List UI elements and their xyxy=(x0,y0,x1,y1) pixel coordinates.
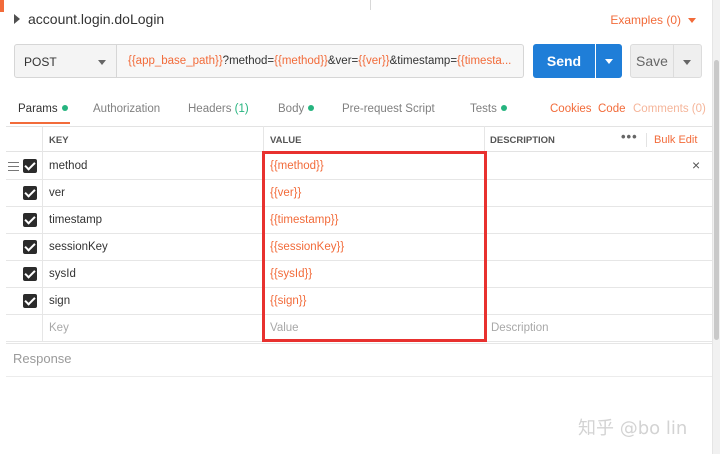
response-label: Response xyxy=(13,351,72,366)
param-checkbox[interactable] xyxy=(23,159,37,173)
cookies-link[interactable]: Cookies xyxy=(550,103,592,115)
status-dot-icon xyxy=(308,105,315,111)
param-checkbox[interactable] xyxy=(23,213,37,227)
send-button[interactable]: Send xyxy=(533,44,595,78)
close-icon[interactable]: × xyxy=(692,157,700,173)
tab-body[interactable]: Body xyxy=(278,103,315,115)
save-button[interactable]: Save xyxy=(630,44,674,78)
active-tab-underline xyxy=(10,122,70,124)
method-select[interactable]: POST xyxy=(14,44,117,78)
watermark: 知乎 @bo lin xyxy=(578,418,688,439)
value-column-header: VALUE xyxy=(270,135,302,146)
param-checkbox[interactable] xyxy=(23,186,37,200)
send-options-button[interactable] xyxy=(596,44,622,78)
tab-pre-request-script[interactable]: Pre-request Script xyxy=(342,103,435,115)
status-dot-icon xyxy=(500,105,507,111)
status-dot-icon xyxy=(61,105,68,111)
divider xyxy=(6,376,712,377)
tab-tests[interactable]: Tests xyxy=(470,103,507,115)
url-text-segment: &timestamp= xyxy=(389,55,458,67)
headers-count: (1) xyxy=(234,103,249,115)
tab-label: Headers xyxy=(188,103,232,115)
tab-label: Params xyxy=(18,103,58,115)
key-input[interactable]: Key xyxy=(49,322,69,334)
param-key[interactable]: timestamp xyxy=(49,214,102,226)
divider xyxy=(6,343,712,344)
tab-params[interactable]: Params xyxy=(18,103,68,115)
method-value: POST xyxy=(24,55,57,69)
url-value: {{app_base_path}}?method={{method}}&ver=… xyxy=(128,55,511,67)
tab-headers[interactable]: Headers (1) xyxy=(188,103,249,115)
more-options-icon[interactable]: ••• xyxy=(621,129,638,144)
url-input[interactable]: {{app_base_path}}?method={{method}}&ver=… xyxy=(117,44,524,78)
chevron-down-icon[interactable] xyxy=(688,18,696,23)
comments-link[interactable]: Comments (0) xyxy=(633,103,706,115)
key-column-header: KEY xyxy=(49,135,69,146)
code-link[interactable]: Code xyxy=(598,103,626,115)
param-key[interactable]: method xyxy=(49,160,87,172)
param-key[interactable]: sessionKey xyxy=(49,241,108,253)
description-column-header: DESCRIPTION xyxy=(490,135,555,146)
request-title-bar: account.login.doLogin Examples (0) xyxy=(0,0,712,38)
description-input[interactable]: Description xyxy=(491,322,549,334)
tab-indicator xyxy=(0,0,4,12)
param-key[interactable]: sign xyxy=(49,295,70,307)
examples-dropdown[interactable]: Examples (0) xyxy=(610,13,681,27)
param-checkbox[interactable] xyxy=(23,240,37,254)
collapse-arrow-icon[interactable] xyxy=(14,14,20,24)
table-header: KEY VALUE DESCRIPTION ••• Bulk Edit xyxy=(6,126,712,152)
url-variable: {{app_base_path}} xyxy=(128,55,223,67)
param-key[interactable]: ver xyxy=(49,187,65,199)
save-options-button[interactable] xyxy=(674,44,702,78)
url-text-segment: ?method= xyxy=(222,55,275,67)
tab-label: Tests xyxy=(470,103,497,115)
chevron-down-icon xyxy=(98,60,106,65)
bulk-edit-link[interactable]: Bulk Edit xyxy=(654,134,697,146)
tab-divider xyxy=(370,0,371,10)
request-name[interactable]: account.login.doLogin xyxy=(28,11,164,27)
chevron-down-icon xyxy=(683,60,691,65)
chevron-down-icon xyxy=(605,59,613,64)
request-tabs: Params Authorization Headers (1) Body Pr… xyxy=(0,96,712,124)
scrollbar[interactable] xyxy=(712,0,720,454)
url-text-segment: &ver= xyxy=(327,55,359,67)
tab-authorization[interactable]: Authorization xyxy=(93,103,160,115)
param-checkbox[interactable] xyxy=(23,267,37,281)
scrollbar-thumb[interactable] xyxy=(714,60,719,340)
drag-handle-icon[interactable] xyxy=(8,162,19,171)
url-variable: {{method}} xyxy=(274,55,328,67)
highlight-box xyxy=(262,151,487,342)
param-checkbox[interactable] xyxy=(23,294,37,308)
url-variable: {{timesta... xyxy=(457,55,512,67)
divider xyxy=(646,133,647,147)
param-key[interactable]: sysId xyxy=(49,268,76,280)
tab-label: Body xyxy=(278,103,305,115)
url-variable: {{ver}} xyxy=(358,55,390,67)
